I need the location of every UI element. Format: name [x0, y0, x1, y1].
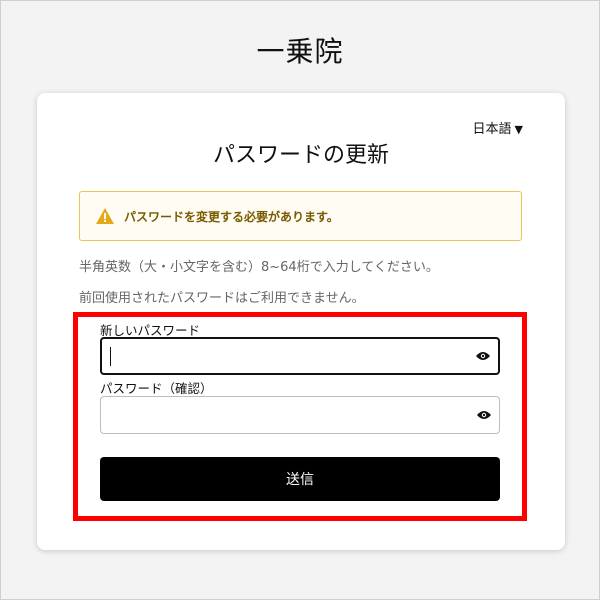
language-selector[interactable]: 日本語 ▼ [473, 118, 523, 137]
new-password-field[interactable] [100, 337, 500, 375]
eye-icon[interactable] [477, 410, 491, 420]
warning-alert: パスワードを変更する必要があります。 [79, 191, 522, 241]
alert-text: パスワードを変更する必要があります。 [124, 209, 339, 224]
password-update-card: 日本語 ▼ パスワードの更新 パスワードを変更する必要があります。 半角英数（大・… [37, 93, 565, 550]
brand-title: 一乗院 [256, 35, 344, 68]
submit-button[interactable]: 送信 [100, 457, 500, 501]
card-title: パスワードの更新 [212, 143, 389, 168]
confirm-password-input[interactable] [107, 397, 457, 433]
text-cursor [110, 347, 111, 366]
eye-icon[interactable] [476, 351, 490, 361]
language-label: 日本語 [472, 122, 512, 137]
caret-down-icon: ▼ [514, 123, 523, 136]
password-rule-note: 半角英数（大・小文字を含む）8~64桁で入力してください。 [79, 260, 439, 275]
warning-icon [96, 208, 114, 224]
new-password-input[interactable] [108, 339, 458, 373]
confirm-password-label: パスワード（確認） [100, 381, 213, 396]
password-reuse-note: 前回使用されたパスワードはご利用できません。 [79, 291, 365, 306]
confirm-password-field[interactable] [100, 396, 500, 434]
